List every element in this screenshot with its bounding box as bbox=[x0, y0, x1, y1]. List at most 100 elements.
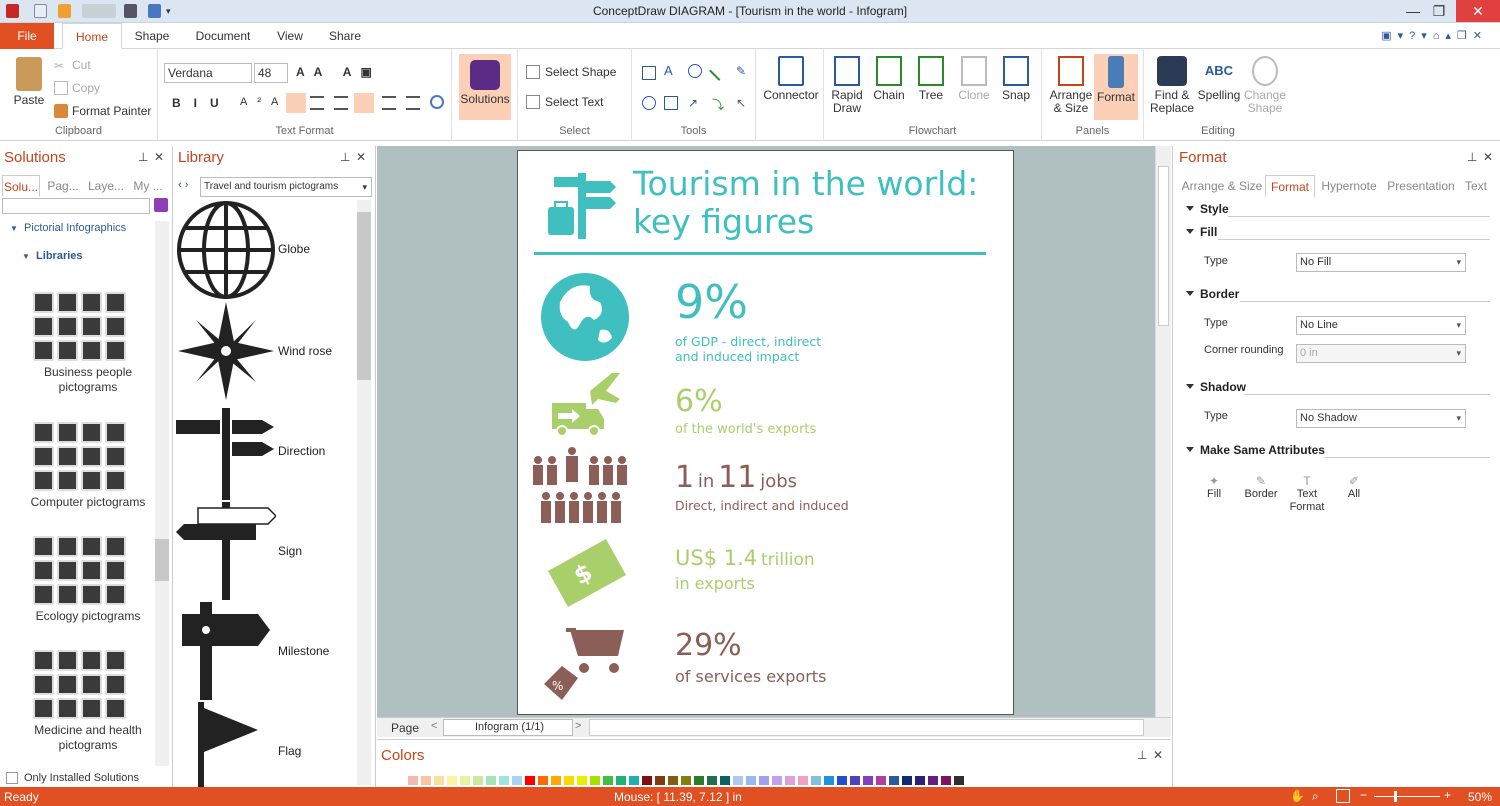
close-icon[interactable]: ✕ bbox=[356, 150, 366, 164]
window-options-icons[interactable]: ▣▾?▾⌂▴❐✕ bbox=[1362, 23, 1492, 49]
make-same-text-format-button[interactable]: T Text Format bbox=[1288, 474, 1326, 514]
tab-presentation[interactable]: Presentation bbox=[1383, 175, 1459, 197]
pin-icon[interactable]: ⊥ bbox=[1137, 748, 1147, 762]
color-swatch[interactable] bbox=[498, 775, 510, 786]
zoom-slider-thumb[interactable] bbox=[1394, 791, 1397, 802]
zoom-out-button[interactable]: − bbox=[1360, 788, 1367, 802]
find-replace-button[interactable]: Find & Replace bbox=[1148, 56, 1196, 115]
pointer-tool-icon[interactable]: ↖ bbox=[736, 96, 750, 110]
color-swatch[interactable] bbox=[784, 775, 796, 786]
canvas-hscrollbar[interactable] bbox=[589, 719, 1144, 736]
library-item-sign[interactable]: Sign bbox=[174, 502, 354, 600]
select-text-button[interactable]: Select Text bbox=[545, 95, 603, 109]
copy-button[interactable]: Copy bbox=[72, 81, 100, 95]
make-same-fill-button[interactable]: ✦ Fill bbox=[1198, 474, 1230, 500]
color-swatch[interactable] bbox=[472, 775, 484, 786]
color-swatch[interactable] bbox=[446, 775, 458, 786]
line-tool-icon[interactable] bbox=[709, 61, 729, 81]
text-tool-icon[interactable]: A bbox=[664, 63, 678, 78]
tab-solutions[interactable]: Solu... bbox=[2, 175, 40, 197]
color-swatch[interactable] bbox=[537, 775, 549, 786]
scroll-thumb[interactable] bbox=[1158, 166, 1169, 326]
align-left-button[interactable] bbox=[286, 93, 306, 113]
tree-button[interactable]: Tree bbox=[912, 56, 950, 102]
tab-document[interactable]: Document bbox=[188, 23, 258, 49]
color-swatch[interactable] bbox=[810, 775, 822, 786]
tab-home[interactable]: Home bbox=[62, 23, 122, 49]
library-item-milestone[interactable]: Milestone bbox=[174, 602, 354, 700]
library-nav-icon[interactable]: ‹ › bbox=[178, 179, 188, 191]
solutions-scrollbar[interactable] bbox=[155, 221, 169, 766]
color-swatch[interactable] bbox=[394, 775, 406, 786]
pen-tool-icon[interactable]: ✎ bbox=[736, 64, 750, 78]
connector-button[interactable]: Connector bbox=[762, 56, 820, 102]
border-section[interactable]: Border bbox=[1185, 287, 1239, 301]
fill-section[interactable]: Fill bbox=[1185, 225, 1217, 239]
library-computer[interactable]: Computer pictograms bbox=[20, 422, 156, 510]
close-icon[interactable]: ✕ bbox=[1483, 150, 1493, 164]
tab-shape[interactable]: Shape bbox=[128, 23, 176, 49]
corner-rounding-select[interactable]: 0 in bbox=[1296, 344, 1466, 363]
color-swatch[interactable] bbox=[732, 775, 744, 786]
pin-icon[interactable]: ⊥ bbox=[138, 150, 148, 164]
connector-tool-icon[interactable] bbox=[688, 64, 702, 78]
arrange-size-button[interactable]: Arrange & Size bbox=[1048, 56, 1094, 115]
color-swatch[interactable] bbox=[641, 775, 653, 786]
tab-format[interactable]: Format bbox=[1265, 175, 1315, 197]
paste-button[interactable]: Paste bbox=[8, 57, 50, 107]
canvas-vscrollbar[interactable] bbox=[1155, 146, 1171, 717]
color-swatch[interactable] bbox=[602, 775, 614, 786]
format-panel-button[interactable]: Format bbox=[1094, 54, 1138, 120]
color-swatch[interactable] bbox=[667, 775, 679, 786]
align-middle-button[interactable] bbox=[382, 96, 396, 110]
color-swatch[interactable] bbox=[576, 775, 588, 786]
zoom-in-button[interactable]: + bbox=[1444, 788, 1451, 802]
shadow-section[interactable]: Shadow bbox=[1185, 380, 1246, 394]
page-prev-icon[interactable]: < bbox=[431, 720, 437, 732]
tab-text[interactable]: Text bbox=[1461, 175, 1491, 197]
color-swatch[interactable] bbox=[771, 775, 783, 786]
library-item-wind-rose[interactable]: Wind rose bbox=[174, 302, 354, 400]
scroll-thumb[interactable] bbox=[357, 212, 371, 380]
library-item-direction[interactable]: Direction bbox=[174, 402, 354, 500]
border-type-select[interactable]: No Line bbox=[1296, 316, 1466, 335]
color-swatch[interactable] bbox=[875, 775, 887, 786]
color-swatch[interactable] bbox=[550, 775, 562, 786]
pin-icon[interactable]: ⊥ bbox=[340, 150, 350, 164]
color-swatch[interactable] bbox=[745, 775, 757, 786]
color-swatch[interactable] bbox=[563, 775, 575, 786]
color-swatch[interactable] bbox=[706, 775, 718, 786]
maximize-button[interactable]: ❐ bbox=[1422, 0, 1456, 22]
color-swatch[interactable] bbox=[524, 775, 536, 786]
snap-button[interactable]: Snap bbox=[996, 56, 1036, 102]
library-item-flag[interactable]: Flag bbox=[174, 702, 354, 787]
color-swatch[interactable] bbox=[615, 775, 627, 786]
text-direction-icon[interactable] bbox=[430, 95, 444, 109]
tab-my[interactable]: My ... bbox=[130, 175, 166, 197]
color-swatch[interactable] bbox=[836, 775, 848, 786]
align-right-button[interactable] bbox=[334, 96, 348, 110]
color-swatch[interactable] bbox=[940, 775, 952, 786]
color-swatch[interactable] bbox=[927, 775, 939, 786]
infographic-page[interactable]: Tourism in the world: key figures 9% of … bbox=[517, 150, 1014, 715]
change-shape-button[interactable]: Change Shape bbox=[1242, 56, 1288, 115]
make-same-all-button[interactable]: ✐ All bbox=[1340, 474, 1368, 500]
color-swatch[interactable] bbox=[589, 775, 601, 786]
textbox-tool-icon[interactable] bbox=[664, 96, 678, 110]
tab-hypernote[interactable]: Hypernote bbox=[1317, 175, 1381, 197]
select-shape-button[interactable]: Select Shape bbox=[545, 65, 616, 79]
tab-layers[interactable]: Laye... bbox=[86, 175, 126, 197]
library-scrollbar[interactable] bbox=[357, 200, 371, 785]
oval-tool-icon[interactable] bbox=[642, 96, 656, 110]
scroll-thumb[interactable] bbox=[155, 539, 169, 581]
library-medicine[interactable]: Medicine and health pictograms bbox=[20, 650, 156, 753]
only-installed-checkbox[interactable] bbox=[6, 772, 18, 784]
shadow-type-select[interactable]: No Shadow bbox=[1296, 409, 1466, 428]
search-icon[interactable] bbox=[154, 198, 168, 212]
color-swatch[interactable] bbox=[823, 775, 835, 786]
tab-pages[interactable]: Pag... bbox=[44, 175, 82, 197]
page-next-icon[interactable]: > bbox=[575, 720, 581, 732]
close-icon[interactable]: ✕ bbox=[154, 150, 164, 164]
color-swatch[interactable] bbox=[693, 775, 705, 786]
align-top-button[interactable] bbox=[354, 93, 374, 113]
